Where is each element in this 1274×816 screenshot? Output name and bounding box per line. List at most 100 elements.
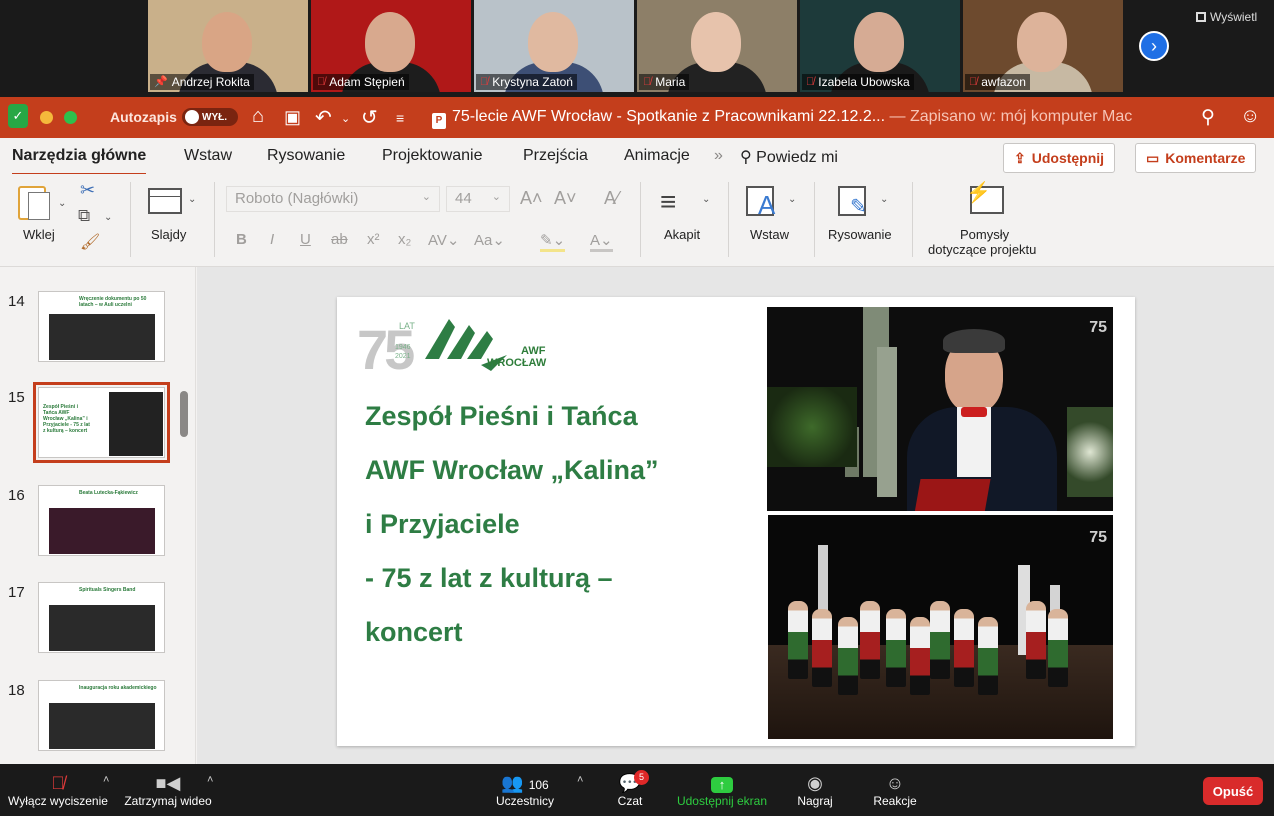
change-case-icon[interactable]: Aa⌄ (474, 231, 505, 249)
undo-icon[interactable]: ↶ (315, 105, 332, 130)
tell-me[interactable]: ⚲ Powiedz mi (740, 147, 838, 167)
tab-transitions[interactable]: Przejścia (523, 147, 588, 165)
brush-icon: ✎ (850, 196, 867, 218)
current-slide[interactable]: 75 LAT 1946 2021 AWF WROCŁAW Zespół Pieś… (337, 297, 1135, 746)
chevron-down-icon: ⌄ (491, 191, 501, 203)
participants-button[interactable]: 👥 106 Uczestnicy (494, 772, 556, 808)
participant-name: Maria (655, 75, 686, 89)
drawing-group[interactable]: ✎ ⌄ Rysowanie (824, 180, 904, 260)
underline-icon[interactable]: U (300, 231, 311, 248)
document-name: 75-lecie AWF Wrocław - Spotkanie z Praco… (452, 108, 886, 125)
participant-video-tile[interactable]: 🎙̸ Adam Stępień (311, 0, 471, 92)
logo-lat: LAT (399, 321, 415, 331)
zoom-window-button[interactable] (64, 111, 77, 124)
participant-name-tag: 📌 Andrzej Rokita (150, 74, 254, 90)
participant-video-tile[interactable]: 🎙̸ Maria (637, 0, 797, 92)
autosave-toggle[interactable]: WYŁ. (182, 108, 238, 126)
tab-animations[interactable]: Animacje (624, 147, 690, 165)
watermark-75: 75 (1089, 319, 1107, 336)
slides-group[interactable]: ⌄ Slajdy (140, 180, 206, 260)
copy-dropdown-icon[interactable]: ⌄ (104, 212, 112, 223)
copy-icon[interactable]: ⧉ (78, 206, 90, 226)
share-screen-icon: ↑ (676, 772, 768, 794)
home-icon[interactable]: ⌂ (252, 105, 264, 128)
participant-video-tile[interactable]: 🎙̸ awfazon (963, 0, 1123, 92)
powerpoint-file-icon: P (432, 113, 446, 129)
font-name-select[interactable]: Roboto (Nagłówki) ⌄ (226, 186, 440, 212)
highlight-icon[interactable]: ✎⌄ (540, 231, 566, 252)
dancer-figure (930, 601, 950, 679)
clear-formatting-icon[interactable]: A⁄ (604, 188, 619, 209)
paste-label[interactable]: Wklej (23, 227, 55, 242)
save-icon[interactable]: ▣ (284, 107, 301, 128)
unmute-button[interactable]: 🎙̸ Wyłącz wyciszenie (8, 772, 108, 808)
subscript-icon[interactable]: x₂ (398, 231, 411, 248)
bold-icon[interactable]: B (236, 231, 247, 248)
paste-dropdown-icon[interactable]: ⌄ (58, 198, 66, 209)
leave-button[interactable]: Opuść (1203, 777, 1263, 805)
participant-video-tile[interactable]: 🎙̸ Izabela Ubowska (800, 0, 960, 92)
slide-thumbnails-panel: 14 Wręczenie dokumentu po 50 latach – w A… (0, 267, 196, 764)
chevron-down-icon: ⌄ (702, 194, 711, 205)
comments-button[interactable]: ▭ Komentarze (1135, 143, 1257, 173)
slide-thumbnail[interactable]: Spirituals Singers Band (38, 582, 165, 653)
redo-icon[interactable]: ↺ (361, 105, 378, 130)
customize-toolbar-icon[interactable]: ≡ (396, 110, 404, 126)
character-spacing-icon[interactable]: AV⌄ (428, 231, 459, 249)
search-icon[interactable]: ⚲ (1201, 106, 1215, 129)
slide-thumbnail[interactable]: Wręczenie dokumentu po 50 latach – w Aul… (38, 291, 165, 362)
smiley-icon: ☺ (885, 773, 905, 793)
participant-name: Krystyna Zatoń (492, 75, 573, 89)
minimize-button[interactable] (40, 111, 53, 124)
strikethrough-icon[interactable]: ab (331, 231, 348, 248)
lightbulb-icon: ⚲ (740, 149, 757, 166)
separator (130, 182, 131, 257)
chat-button[interactable]: 💬 5 Czat (612, 770, 649, 808)
decrease-font-icon[interactable]: A˅ (554, 188, 577, 209)
share-screen-button[interactable]: ↑ Udostępnij ekran (676, 772, 768, 808)
font-color-icon[interactable]: A⌄ (590, 231, 613, 252)
flowers (1067, 407, 1113, 497)
insert-group[interactable]: A ⌄ Wstaw (738, 180, 808, 260)
tab-insert[interactable]: Wstaw (184, 147, 232, 165)
slide-number: 17 (8, 584, 25, 601)
separator (814, 182, 815, 257)
paste-sheet-icon (28, 192, 50, 220)
tab-home[interactable]: Narzędzia główne (12, 147, 147, 176)
undo-dropdown-icon[interactable]: ⌄ (341, 112, 350, 125)
participant-video-tile[interactable]: 📌 Andrzej Rokita (148, 0, 308, 92)
presenter-shirt (957, 407, 991, 477)
reactions-button[interactable]: ☺ Reakcje (872, 772, 918, 808)
font-size-select[interactable]: 44 ⌄ (446, 186, 510, 212)
account-icon[interactable]: ☺ (1240, 105, 1260, 128)
format-painter-icon[interactable]: 🖌 (80, 232, 100, 252)
zoom-window: 📌 Andrzej Rokita 🎙̸ Adam Stępień 🎙̸ Krystyna … (0, 0, 1274, 816)
designer-group[interactable]: ⚡ Pomysły dotyczące projektu (920, 180, 1060, 260)
participant-name: Adam Stępień (329, 75, 405, 89)
paragraph-group[interactable]: ≡ ⌄ Akapit (650, 180, 720, 260)
participant-video-tile[interactable]: 🎙̸ Krystyna Zatoń (474, 0, 634, 92)
slide-editor: 75 LAT 1946 2021 AWF WROCŁAW Zespół Pieś… (197, 267, 1274, 764)
cut-icon[interactable]: ✂ (80, 180, 95, 201)
slide-thumbnail[interactable]: Inauguracja roku akademickiego (38, 680, 165, 751)
tab-draw[interactable]: Rysowanie (267, 147, 345, 165)
participant-face (1017, 12, 1067, 72)
slide-title-line: - 75 z lat z kulturą – (365, 563, 613, 593)
stop-video-button[interactable]: ■◀ Zatrzymaj wideo (122, 772, 214, 808)
slide-thumbnail[interactable]: Zespół Pieśni i Tańca AWF Wrocław „Kalin… (33, 382, 170, 463)
next-page-button[interactable]: › (1139, 31, 1169, 61)
share-button[interactable]: ⇪ Udostępnij (1003, 143, 1116, 173)
superscript-icon[interactable]: x² (367, 231, 380, 248)
more-tabs-icon[interactable]: » (714, 147, 723, 165)
record-button[interactable]: ◉ Nagraj (794, 772, 836, 808)
tab-design[interactable]: Projektowanie (382, 147, 483, 165)
participant-name-tag: 🎙̸ Izabela Ubowska (802, 74, 914, 90)
slide-thumbnail-title: Beata Lutecka-Fąkiewicz (79, 490, 138, 496)
thumbnails-scrollbar[interactable] (180, 391, 188, 437)
italic-icon[interactable]: I (270, 231, 274, 248)
increase-font-icon[interactable]: A˄ (520, 188, 543, 209)
microphone-muted-icon: 🎙̸ (969, 76, 978, 88)
meeting-controls: 🎙̸ Wyłącz wyciszenie ˄ ■◀ Zatrzymaj wide… (0, 764, 1274, 816)
slide-thumbnail[interactable]: Beata Lutecka-Fąkiewicz (38, 485, 165, 556)
view-button[interactable]: Wyświetl (1196, 10, 1257, 24)
